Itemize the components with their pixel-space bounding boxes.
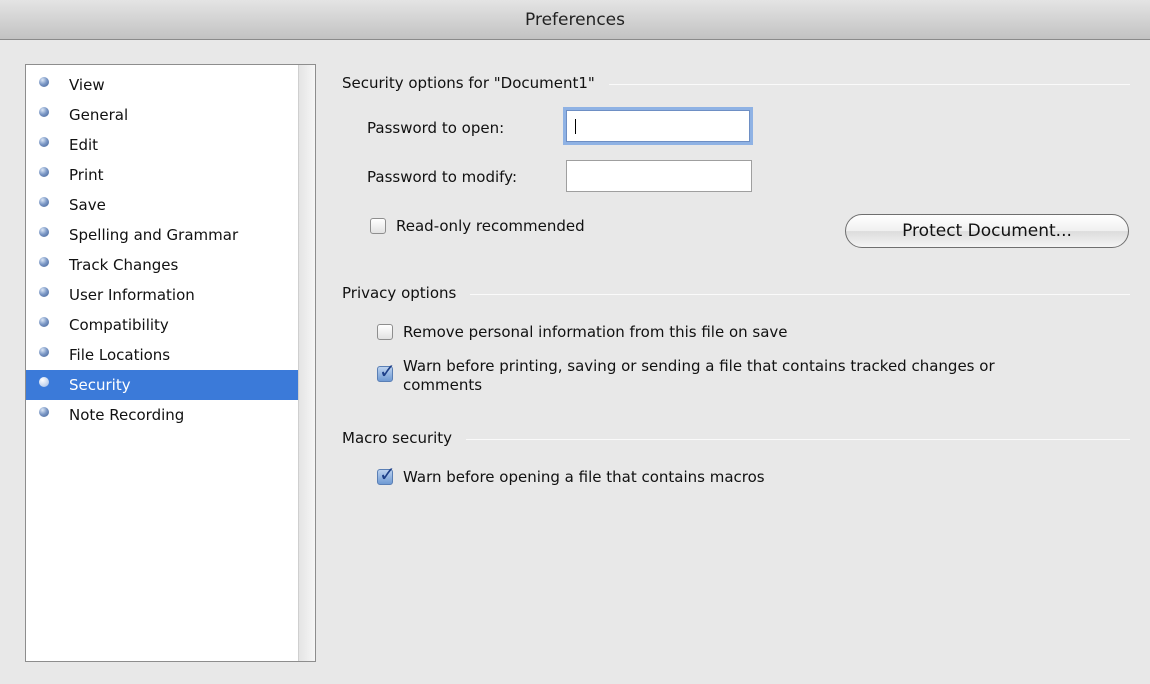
checkmark-icon: ✓ [379,462,396,486]
bullet-icon [39,77,49,87]
sidebar-item-file-locations[interactable]: File Locations [26,340,298,370]
warn-tracked-label-line2: comments [403,376,483,394]
security-heading-label: Security options for "Document1" [342,74,609,92]
protect-document-button[interactable]: Protect Document... [845,214,1129,248]
sidebar-item-general[interactable]: General [26,100,298,130]
bullet-icon [39,197,49,207]
bullet-icon [39,137,49,147]
sidebar-item-note-recording[interactable]: Note Recording [26,400,298,430]
bullet-icon [39,377,49,387]
password-open-field[interactable] [566,110,750,142]
privacy-heading-label: Privacy options [342,284,471,302]
sidebar-item-compatibility[interactable]: Compatibility [26,310,298,340]
sidebar-item-spelling-grammar[interactable]: Spelling and Grammar [26,220,298,250]
sidebar-item-label: Track Changes [69,256,179,274]
bullet-icon [39,107,49,117]
sidebar-item-label: Spelling and Grammar [69,226,239,244]
sidebar-item-save[interactable]: Save [26,190,298,220]
sidebar-item-label: Edit [69,136,99,154]
bullet-icon [39,227,49,237]
sidebar-item-print[interactable]: Print [26,160,298,190]
sidebar-item-label: Compatibility [69,316,169,334]
warn-tracked-label: Warn before printing, saving or sending … [403,357,995,395]
bullet-icon [39,407,49,417]
password-modify-label: Password to modify: [367,168,517,186]
bullet-icon [39,167,49,177]
preferences-sidebar: View General Edit Print Save Spelling an… [25,64,316,662]
warn-macros-label: Warn before opening a file that contains… [403,468,765,486]
sidebar-scrollbar[interactable] [298,65,315,661]
macro-section-heading: Macro security [342,427,1130,449]
sidebar-item-label: Print [69,166,104,184]
warn-macros-checkbox[interactable]: ✓ [377,463,396,485]
sidebar-item-label: User Information [69,286,195,304]
sidebar-item-label: Note Recording [69,406,185,424]
sidebar-item-label: Security [69,376,131,394]
sidebar-item-label: File Locations [69,346,171,364]
bullet-icon [39,257,49,267]
password-open-label: Password to open: [367,119,505,137]
sidebar-item-user-information[interactable]: User Information [26,280,298,310]
sidebar-item-label: General [69,106,129,124]
macro-heading-label: Macro security [342,429,467,447]
security-section-heading: Security options for "Document1" [342,72,1130,94]
checkmark-icon: ✓ [379,359,396,383]
sidebar-item-label: Save [69,196,106,214]
remove-info-checkbox[interactable] [377,324,393,340]
readonly-checkbox[interactable] [370,218,386,234]
bullet-icon [39,317,49,327]
remove-info-label: Remove personal information from this fi… [403,323,788,341]
privacy-section-heading: Privacy options [342,282,1130,304]
window-titlebar: Preferences [0,0,1150,40]
sidebar-item-edit[interactable]: Edit [26,130,298,160]
warn-tracked-checkbox[interactable]: ✓ [377,360,396,382]
warn-tracked-label-line1: Warn before printing, saving or sending … [403,357,995,375]
bullet-icon [39,347,49,357]
bullet-icon [39,287,49,297]
sidebar-list: View General Edit Print Save Spelling an… [26,70,298,430]
text-caret [575,119,576,134]
readonly-label: Read-only recommended [396,217,585,235]
password-modify-field[interactable] [566,160,752,192]
window-title: Preferences [525,10,625,30]
sidebar-item-label: View [69,76,105,94]
sidebar-item-security[interactable]: Security [26,370,298,400]
sidebar-item-track-changes[interactable]: Track Changes [26,250,298,280]
sidebar-item-view[interactable]: View [26,70,298,100]
